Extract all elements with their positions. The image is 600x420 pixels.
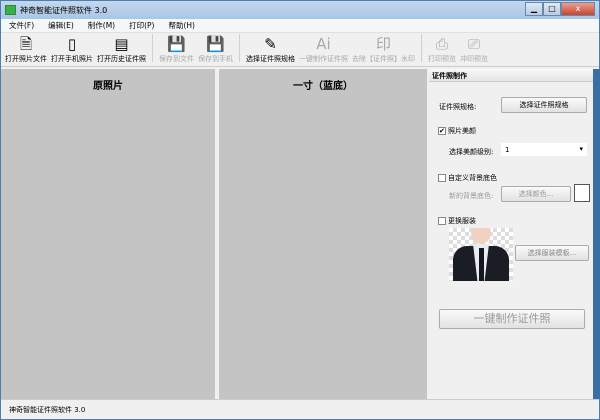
open-phone-photo-button[interactable]: ▯ 打开手机照片 <box>51 35 93 64</box>
side-panel-header: 证件照制作 <box>429 69 593 82</box>
toolbar-separator <box>239 34 240 62</box>
maximize-button[interactable]: □ <box>543 2 561 16</box>
menu-edit[interactable]: 编辑(E) <box>48 20 74 31</box>
menu-help[interactable]: 帮助(H) <box>168 20 195 31</box>
print-preview-icon: ⎙ <box>435 35 448 53</box>
open-photo-file-icon: 🗎 <box>19 35 33 53</box>
custom-bg-checkbox[interactable] <box>438 174 446 182</box>
beauty-label: 照片美颜 <box>448 127 476 135</box>
save-to-file-button[interactable]: 💾 保存到文件 <box>159 35 194 64</box>
toolbar-label: 打开历史证件照 <box>97 55 146 63</box>
select-spec-icon: ✎ <box>264 35 277 53</box>
select-spec-button[interactable]: ✎ 选择证件照规格 <box>246 35 295 64</box>
result-photo-title: 一寸（蓝底） <box>293 81 353 92</box>
beauty-level-value: 1 <box>505 146 510 154</box>
one-click-make-icon: Ai <box>316 35 331 53</box>
toolbar-label: 打开照片文件 <box>5 55 47 63</box>
close-button[interactable]: x <box>561 2 595 16</box>
window-title: 神奇智能证件照软件 3.0 <box>20 5 108 15</box>
menu-bar: 文件(F) 编辑(E) 制作(M) 打印(P) 帮助(H) <box>1 19 599 33</box>
minimize-button[interactable]: ▁ <box>525 2 543 16</box>
toolbar-label: 保存到文件 <box>159 55 194 63</box>
select-spec-button[interactable]: 选择证件照规格 <box>501 97 587 113</box>
one-click-make-button[interactable]: 一键制作证件照 <box>439 309 585 329</box>
side-panel: 证件照制作 证件照规格: 选择证件照规格 ✔ 照片美颜 选择美颜级别: 1 ▾ 自定… <box>429 69 593 399</box>
toolbar-label: 一键制作证件照 <box>299 55 348 63</box>
menu-file[interactable]: 文件(F) <box>9 20 34 31</box>
save-to-phone-button[interactable]: 💾 保存到手机 <box>198 35 233 64</box>
toolbar-label: 打开手机照片 <box>51 55 93 63</box>
toolbar-label: 选择证件照规格 <box>246 55 295 63</box>
spec-label: 证件照规格: <box>439 103 477 111</box>
original-photo-title: 原照片 <box>93 81 123 92</box>
remove-watermark-button[interactable]: 印去除【证件照】水印 <box>352 35 415 64</box>
beauty-checkbox[interactable]: ✔ <box>438 127 446 135</box>
toolbar-separator <box>152 34 153 62</box>
status-bar: 神奇智能证件照软件 3.0 <box>1 399 599 419</box>
photo-print-preview-button[interactable]: ⎚ 冲印预览 <box>460 35 488 64</box>
clothes-checkbox[interactable] <box>438 217 446 225</box>
menu-print[interactable]: 打印(P) <box>129 20 154 31</box>
clothes-preview-image <box>449 228 513 281</box>
side-panel-scrollbar[interactable] <box>593 69 600 399</box>
open-history-button[interactable]: ▤ 打开历史证件照 <box>97 35 146 64</box>
toolbar-label: 冲印预览 <box>460 55 488 63</box>
toolbar-label: 打印预览 <box>428 55 456 63</box>
select-color-button[interactable]: 选择颜色... <box>501 186 571 202</box>
toolbar-separator <box>421 34 422 62</box>
save-to-phone-icon: 💾 <box>206 35 225 53</box>
original-photo-panel: 原照片 <box>1 69 215 399</box>
title-bar: 神奇智能证件照软件 3.0 ▁ □ x <box>1 1 599 19</box>
app-window: 神奇智能证件照软件 3.0 ▁ □ x 文件(F) 编辑(E) 制作(M) 打印… <box>0 0 600 420</box>
toolbar-label: 保存到手机 <box>198 55 233 63</box>
remove-watermark-icon: 印 <box>375 35 391 53</box>
new-bg-label: 新的背景底色: <box>449 192 494 200</box>
one-click-make-button[interactable]: Ai 一键制作证件照 <box>299 35 348 64</box>
toolbar-label: 去除【证件照】水印 <box>352 55 415 63</box>
beauty-level-label: 选择美颜级别: <box>449 148 494 156</box>
beauty-level-select[interactable]: 1 ▾ <box>501 143 587 156</box>
print-preview-button[interactable]: ⎙ 打印预览 <box>428 35 456 64</box>
photo-print-preview-icon: ⎚ <box>467 35 480 53</box>
clothes-label: 更换服装 <box>448 217 476 225</box>
save-to-file-icon: 💾 <box>167 35 186 53</box>
toolbar: 🗎 打开照片文件 ▯ 打开手机照片 ▤ 打开历史证件照 💾 保存到文件 💾 保存到手机 ✎ 选择证件照… <box>1 33 599 67</box>
result-photo-panel: 一寸（蓝底） <box>219 69 427 399</box>
dropdown-arrow-icon: ▾ <box>579 145 583 153</box>
open-phone-photo-icon: ▯ <box>67 35 77 53</box>
select-clothes-template-button[interactable]: 选择服装模板... <box>515 245 589 261</box>
app-icon <box>5 5 16 15</box>
open-photo-file-button[interactable]: 🗎 打开照片文件 <box>5 35 47 64</box>
open-history-icon: ▤ <box>114 35 129 53</box>
color-swatch[interactable] <box>574 184 590 202</box>
custom-bg-label: 自定义背景底色 <box>448 174 497 182</box>
menu-make[interactable]: 制作(M) <box>88 20 115 31</box>
